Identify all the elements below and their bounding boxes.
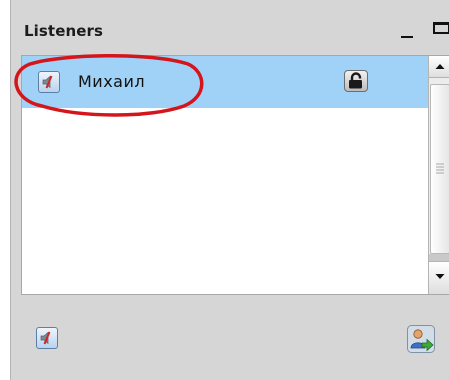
listener-name: Михаил xyxy=(78,72,146,91)
panel-title: Listeners xyxy=(24,22,104,40)
scroll-thumb[interactable] xyxy=(430,84,449,254)
listener-lock-button[interactable] xyxy=(344,70,368,92)
listener-row[interactable]: Михаил xyxy=(22,56,428,108)
listener-mute-button[interactable] xyxy=(38,71,60,93)
maximize-button[interactable] xyxy=(433,22,449,36)
arrow-down-icon xyxy=(435,274,445,279)
add-user-button[interactable] xyxy=(407,325,435,353)
listeners-list: Михаил xyxy=(21,55,449,295)
speaker-muted-icon xyxy=(40,331,51,345)
listeners-list-area: Михаил xyxy=(22,56,428,294)
user-add-icon xyxy=(407,325,435,353)
minimize-icon xyxy=(401,36,413,38)
list-scrollbar[interactable] xyxy=(428,56,449,294)
scroll-up-button[interactable] xyxy=(429,56,449,78)
lock-open-icon xyxy=(349,72,362,89)
grip-icon xyxy=(436,163,444,174)
listeners-panel: Listeners Михаил xyxy=(10,0,449,380)
mute-all-button[interactable] xyxy=(36,327,58,349)
panel-title-bar: Listeners xyxy=(11,10,449,48)
scroll-down-button[interactable] xyxy=(429,261,449,294)
minimize-button[interactable] xyxy=(397,18,417,40)
speaker-muted-icon xyxy=(42,75,53,89)
maximize-icon xyxy=(433,22,449,34)
arrow-up-icon xyxy=(435,64,445,69)
